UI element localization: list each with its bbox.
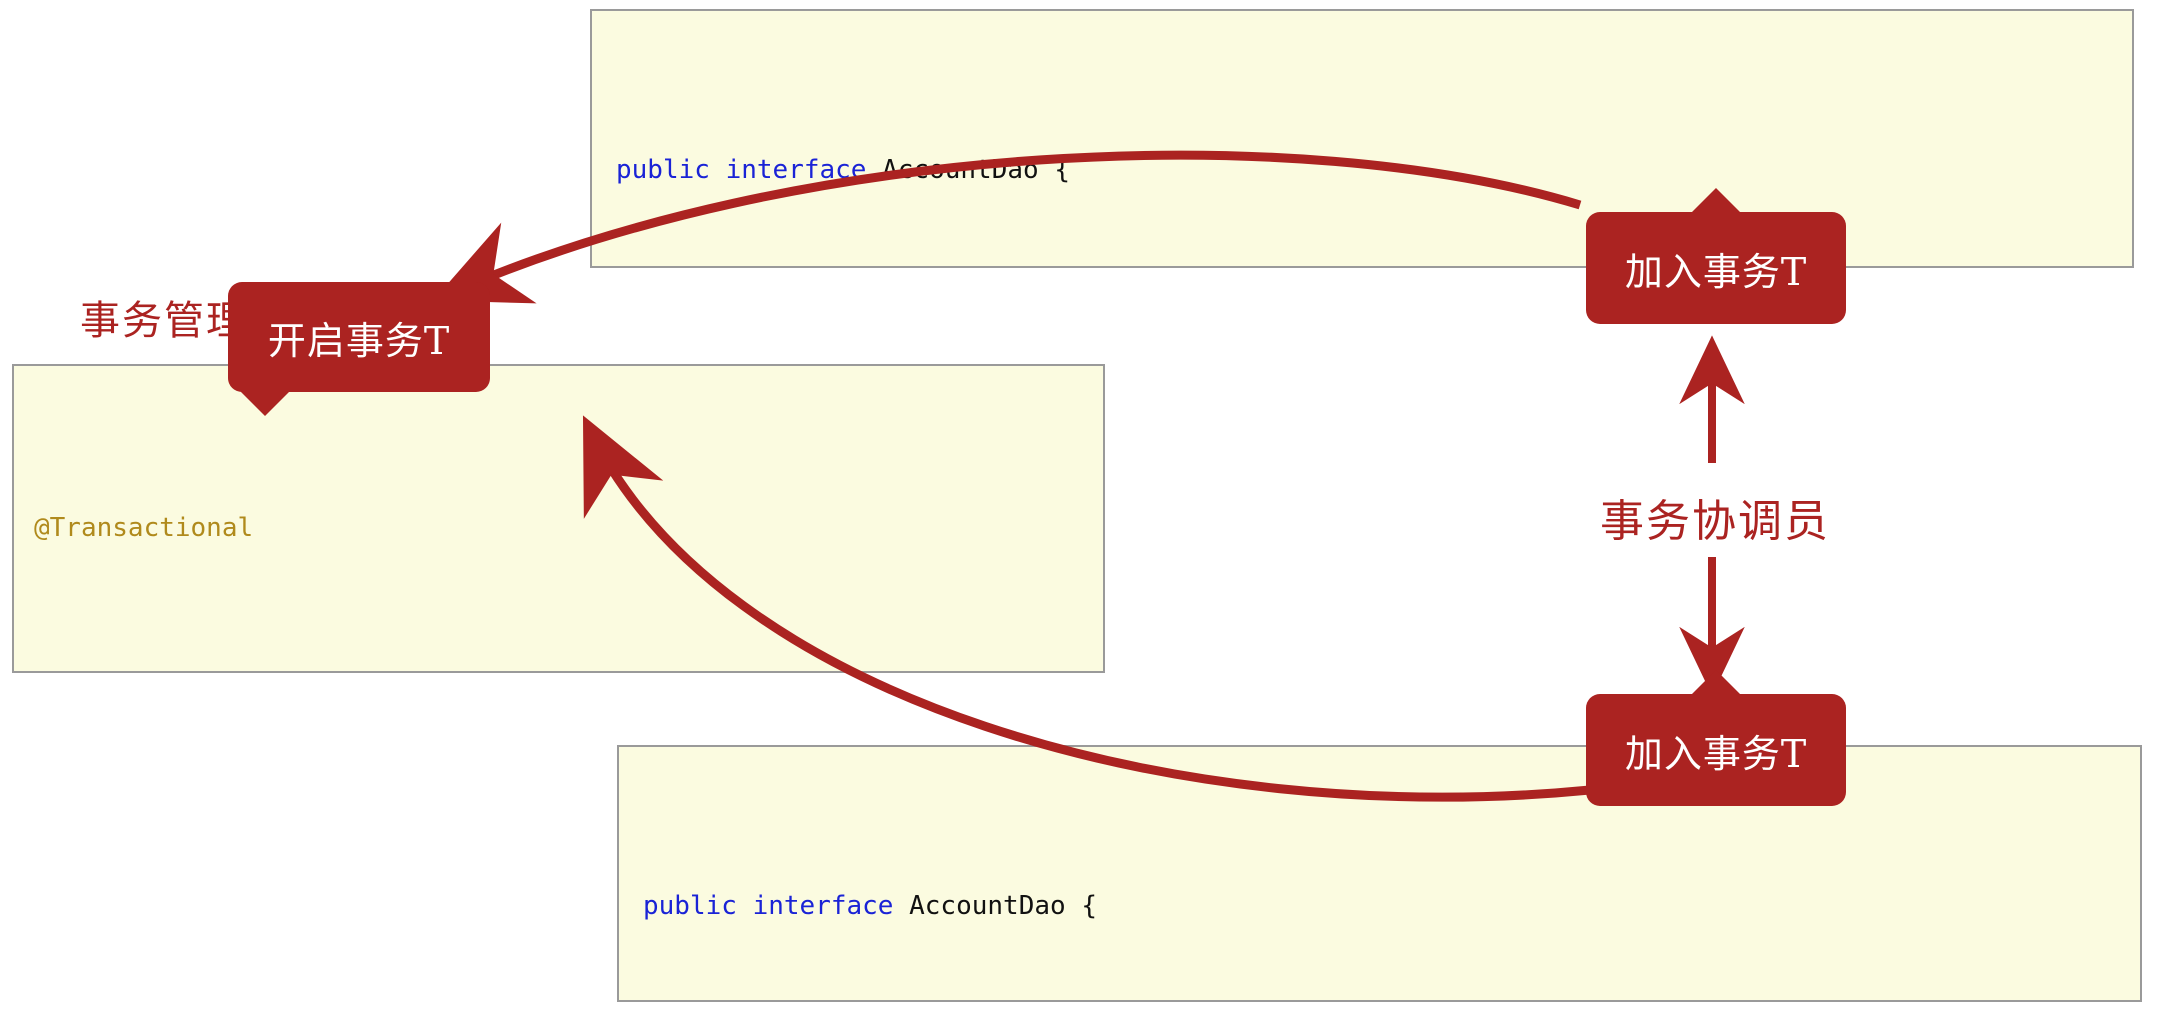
code-line: public interface AccountDao { [643,877,2140,935]
badge-tail-icon [1690,188,1742,214]
code-block-in-money-dao: public interface AccountDao { @Update("u… [617,745,2142,1002]
badge-label: 加入事务T [1624,249,1808,294]
keyword-public: public [616,155,710,185]
code-line: public interface AccountDao { [616,141,2132,199]
annotation-transactional: @Transactional [34,513,254,543]
badge-label: 加入事务T [1624,731,1808,776]
type-name: AccountDao [882,155,1039,185]
badge-join-transaction-bottom[interactable]: 加入事务T [1586,670,1846,806]
keyword-interface: interface [752,891,894,921]
brace-open: { [1054,155,1070,185]
code-line: @Transactional [34,498,1103,558]
type-name: AccountDao [909,891,1066,921]
diagram-canvas: public interface AccountDao { @Update("u… [0,0,2157,1021]
badge-tail-icon [238,390,291,416]
keyword-public: public [643,891,737,921]
code-block-transfer-service: @Transactional public void transfer(Stri… [12,364,1105,673]
caption-transaction-coordinator: 事务协调员 [1600,496,1830,547]
badge-join-transaction-top[interactable]: 加入事务T [1586,188,1846,324]
keyword-interface: interface [725,155,867,185]
code-block-out-money-dao: public interface AccountDao { @Update("u… [590,9,2134,268]
brace-open: { [1081,891,1097,921]
badge-tail-icon [1690,670,1742,696]
badge-label: 开启事务T [267,318,451,363]
badge-start-transaction[interactable]: 开启事务T [228,282,490,416]
